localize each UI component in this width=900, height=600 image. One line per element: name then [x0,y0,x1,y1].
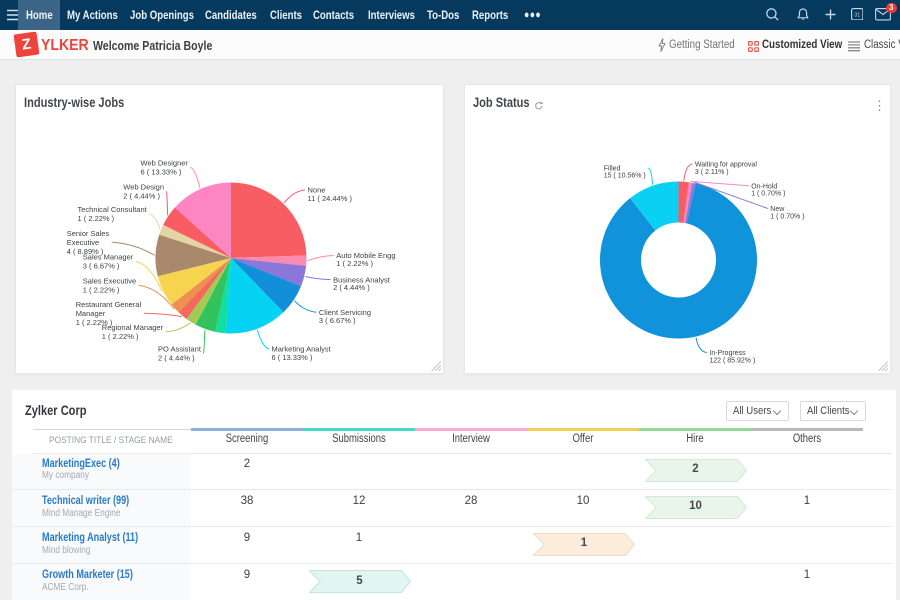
svg-text:PO Assistant: PO Assistant [158,345,202,354]
svg-text:122 ( 85.92% ): 122 ( 85.92% ) [709,358,755,365]
svg-text:11 ( 24.44% ): 11 ( 24.44% ) [308,194,353,203]
svg-text:Manager: Manager [76,309,106,318]
svg-text:3 ( 6.67% ): 3 ( 6.67% ) [319,316,356,325]
svg-text:Restaurant General: Restaurant General [76,300,142,309]
svg-text:6 ( 13.33% ): 6 ( 13.33% ) [272,353,313,362]
svg-text:Web Design: Web Design [123,183,164,192]
svg-text:2 ( 4.44% ): 2 ( 4.44% ) [158,354,195,363]
svg-text:Sales Executive: Sales Executive [83,277,136,286]
svg-text:Senior Sales: Senior Sales [67,229,110,238]
svg-text:1 ( 2.22% ): 1 ( 2.22% ) [76,318,113,327]
svg-text:1 ( 2.22% ): 1 ( 2.22% ) [78,214,115,223]
svg-text:2 ( 4.44% ): 2 ( 4.44% ) [333,283,370,292]
svg-text:15 ( 10.56% ): 15 ( 10.56% ) [604,173,646,180]
svg-text:Technical Consultant: Technical Consultant [78,205,148,214]
svg-text:On-Hold: On-Hold [751,183,777,190]
svg-text:6 ( 13.33% ): 6 ( 13.33% ) [141,168,182,177]
svg-text:2 ( 4.44% ): 2 ( 4.44% ) [123,192,160,201]
svg-text:Waiting for approval: Waiting for approval [695,162,757,169]
svg-text:Web Designer: Web Designer [141,159,189,168]
svg-text:Executive: Executive [67,238,100,247]
svg-text:1 ( 0.70% ): 1 ( 0.70% ) [770,213,804,220]
svg-text:Filled: Filled [604,166,621,173]
svg-text:3 ( 6.67% ): 3 ( 6.67% ) [83,262,120,271]
svg-text:1 ( 2.22% ): 1 ( 2.22% ) [83,286,120,295]
svg-text:New: New [770,206,785,213]
svg-text:3 ( 2.11% ): 3 ( 2.11% ) [695,169,729,176]
svg-text:1 ( 0.70% ): 1 ( 0.70% ) [751,191,785,198]
svg-text:31: 31 [854,12,860,18]
svg-text:In-Progress: In-Progress [709,350,746,357]
svg-text:1 ( 2.22% ): 1 ( 2.22% ) [102,332,139,341]
svg-text:1 ( 2.22% ): 1 ( 2.22% ) [336,259,373,268]
svg-text:4 ( 8.89% ): 4 ( 8.89% ) [67,247,104,256]
